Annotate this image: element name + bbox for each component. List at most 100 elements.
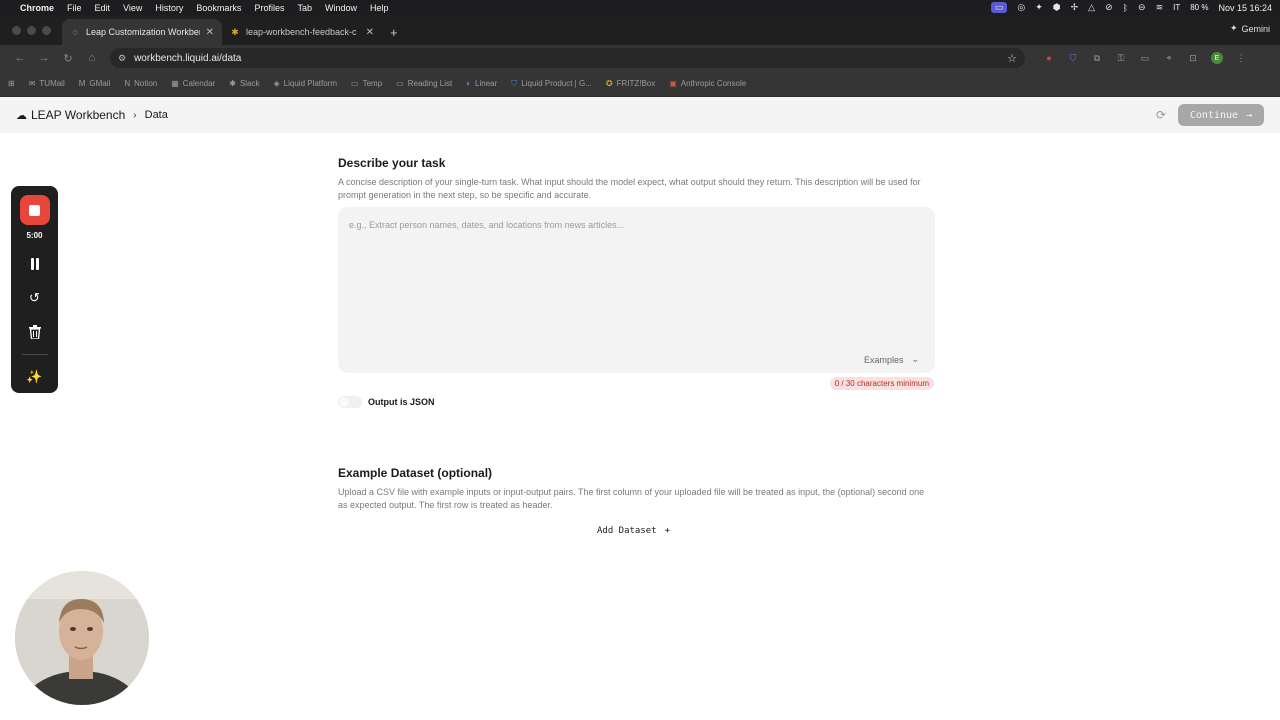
brand-logo[interactable]: ☁ LEAP Workbench (16, 108, 125, 122)
url-text[interactable]: workbench.liquid.ai/data (134, 53, 241, 64)
keyboard-layout[interactable]: IT (1173, 3, 1180, 12)
password-key-icon[interactable]: ⚿ (1115, 52, 1127, 64)
menu-window[interactable]: Window (325, 3, 357, 13)
arrow-right-icon: → (1246, 109, 1253, 121)
pause-button[interactable] (30, 254, 40, 274)
bookmark-label: Linear (475, 79, 498, 88)
slack-icon: ✱ (231, 26, 239, 37)
tab-leap-workbench[interactable]: ◌ Leap Customization Workbench ✕ (62, 19, 222, 45)
task-input-placeholder: e.g., Extract person names, dates, and l… (349, 220, 625, 230)
more-menu-icon[interactable]: ⋮ (1235, 52, 1247, 64)
bookmark-linear[interactable]: ◐ Linear (466, 79, 497, 88)
calendar-icon: ▦ (171, 79, 179, 88)
reload-icon[interactable]: ↻ (56, 52, 80, 65)
app-status-icon[interactable]: ◎ (1017, 2, 1025, 13)
battery-percent[interactable]: 80 % (1190, 3, 1208, 12)
window-controls (12, 26, 51, 35)
stop-recording-button[interactable] (19, 195, 50, 225)
bookmark-label: GMail (89, 79, 111, 88)
close-tab-icon[interactable]: ✕ (366, 27, 374, 38)
wifi-icon[interactable]: ≋ (1156, 2, 1164, 13)
delete-button[interactable] (28, 322, 41, 342)
close-window-button[interactable] (12, 26, 21, 35)
menu-view[interactable]: View (123, 3, 142, 13)
task-description-input[interactable]: e.g., Extract person names, dates, and l… (338, 207, 935, 373)
bookmark-label: Temp (362, 79, 383, 88)
bluetooth-icon[interactable]: ᛒ (1123, 3, 1128, 13)
shield-icon[interactable]: ⛉ (1067, 52, 1079, 64)
bookmark-gmail[interactable]: M GMail (79, 79, 111, 88)
trash-icon (28, 325, 41, 339)
menubar-clock[interactable]: Nov 15 16:24 (1218, 3, 1272, 13)
bookmark-star-icon[interactable]: ☆ (1007, 52, 1017, 65)
sparkle-icon[interactable]: ✦ (1035, 2, 1043, 13)
restart-button[interactable]: ↺ (29, 288, 40, 308)
card-icon[interactable]: ▭ (1139, 52, 1151, 64)
profile-avatar[interactable]: E (1211, 52, 1223, 64)
slack-icon: ✱ (229, 79, 236, 88)
menu-help[interactable]: Help (370, 3, 389, 13)
refresh-icon[interactable]: ⟳ (1156, 108, 1166, 122)
menu-bookmarks[interactable]: Bookmarks (196, 3, 241, 13)
bookmark-notion[interactable]: N Notion (124, 79, 157, 88)
add-dataset-label: Add Dataset (597, 526, 657, 536)
app-header: ☁ LEAP Workbench › Data ⟳ Continue → (0, 97, 1280, 133)
close-tab-icon[interactable]: ✕ (206, 27, 214, 38)
gemini-button[interactable]: ✦ Gemini (1230, 23, 1270, 34)
continue-button[interactable]: Continue → (1178, 104, 1264, 126)
bookmark-calendar[interactable]: ▦ Calendar (171, 79, 215, 88)
bookmark-reading-list[interactable]: ▭ Reading List (396, 79, 452, 88)
menu-history[interactable]: History (155, 3, 183, 13)
apps-grid-icon[interactable]: ⊞ (8, 79, 15, 88)
compass-icon[interactable]: ⊘ (1105, 2, 1113, 13)
pause-icon (30, 258, 39, 270)
tab-favicon-icon: ◌ (72, 27, 78, 37)
bookmark-fritzbox[interactable]: ✪ FRITZ!Box (606, 79, 655, 88)
site-info-icon[interactable]: ⚙ (118, 53, 126, 64)
back-arrow-icon[interactable]: ← (8, 52, 32, 64)
forward-arrow-icon[interactable]: → (32, 52, 56, 64)
tab-search-icon[interactable]: ⊡ (1187, 52, 1199, 64)
new-tab-button[interactable]: + (382, 19, 406, 45)
location-icon[interactable]: ⌖ (1163, 52, 1175, 64)
output-json-label: Output is JSON (368, 397, 435, 407)
bookmark-liquid-platform[interactable]: ◈ Liquid Platform (274, 79, 338, 88)
webcam-bubble[interactable] (15, 571, 149, 705)
maximize-window-button[interactable] (42, 26, 51, 35)
cube-icon[interactable]: ⬢ (1053, 2, 1061, 13)
menu-file[interactable]: File (67, 3, 82, 13)
bookmark-anthropic-console[interactable]: ▣ Anthropic Console (669, 79, 746, 88)
minimize-window-button[interactable] (27, 26, 36, 35)
bookmark-slack[interactable]: ✱ Slack (229, 79, 259, 88)
cloud-icon: ☁ (16, 109, 27, 122)
pinwheel-icon[interactable]: ✢ (1071, 2, 1079, 13)
bookmark-label: Liquid Platform (283, 79, 338, 88)
screen-record-icon[interactable]: ▭ (990, 2, 1008, 13)
bookmark-liquid-product[interactable]: ⛉ Liquid Product | G... (511, 79, 592, 89)
examples-dropdown[interactable]: Examples ⌄ (864, 354, 919, 365)
menu-tab[interactable]: Tab (297, 3, 312, 13)
fritzbox-icon: ✪ (605, 79, 613, 88)
menu-profiles[interactable]: Profiles (254, 3, 284, 13)
bookmark-tumail[interactable]: ✉ TUMail (29, 79, 65, 88)
bookmark-label: Slack (239, 79, 260, 88)
gemini-icon: ✦ (1229, 23, 1238, 33)
plus-icon: + (664, 526, 671, 536)
restart-icon: ↺ (29, 290, 40, 305)
chevron-right-icon: › (133, 109, 137, 121)
effects-button[interactable]: ✨ (26, 367, 42, 387)
bookmark-temp[interactable]: ▭ Temp (351, 79, 382, 88)
menu-app-name[interactable]: Chrome (20, 3, 54, 13)
anthropic-icon: ▣ (669, 79, 677, 88)
drive-icon[interactable]: △ (1088, 2, 1095, 13)
vpn-icon[interactable]: ⊖ (1138, 2, 1146, 13)
add-dataset-button[interactable]: Add Dataset + (597, 526, 670, 536)
extension-red-icon[interactable]: ● (1043, 52, 1055, 64)
address-bar[interactable]: ⚙ workbench.liquid.ai/data ☆ (110, 48, 1025, 68)
tab-feedback[interactable]: ✱ leap-workbench-feedback-c ✕ (222, 19, 382, 45)
home-icon[interactable]: ⌂ (80, 52, 104, 64)
output-json-toggle[interactable] (338, 396, 362, 408)
puzzle-icon[interactable]: ⧉ (1091, 52, 1103, 64)
macos-menubar: Chrome File Edit View History Bookmarks … (0, 0, 1280, 15)
menu-edit[interactable]: Edit (95, 3, 111, 13)
